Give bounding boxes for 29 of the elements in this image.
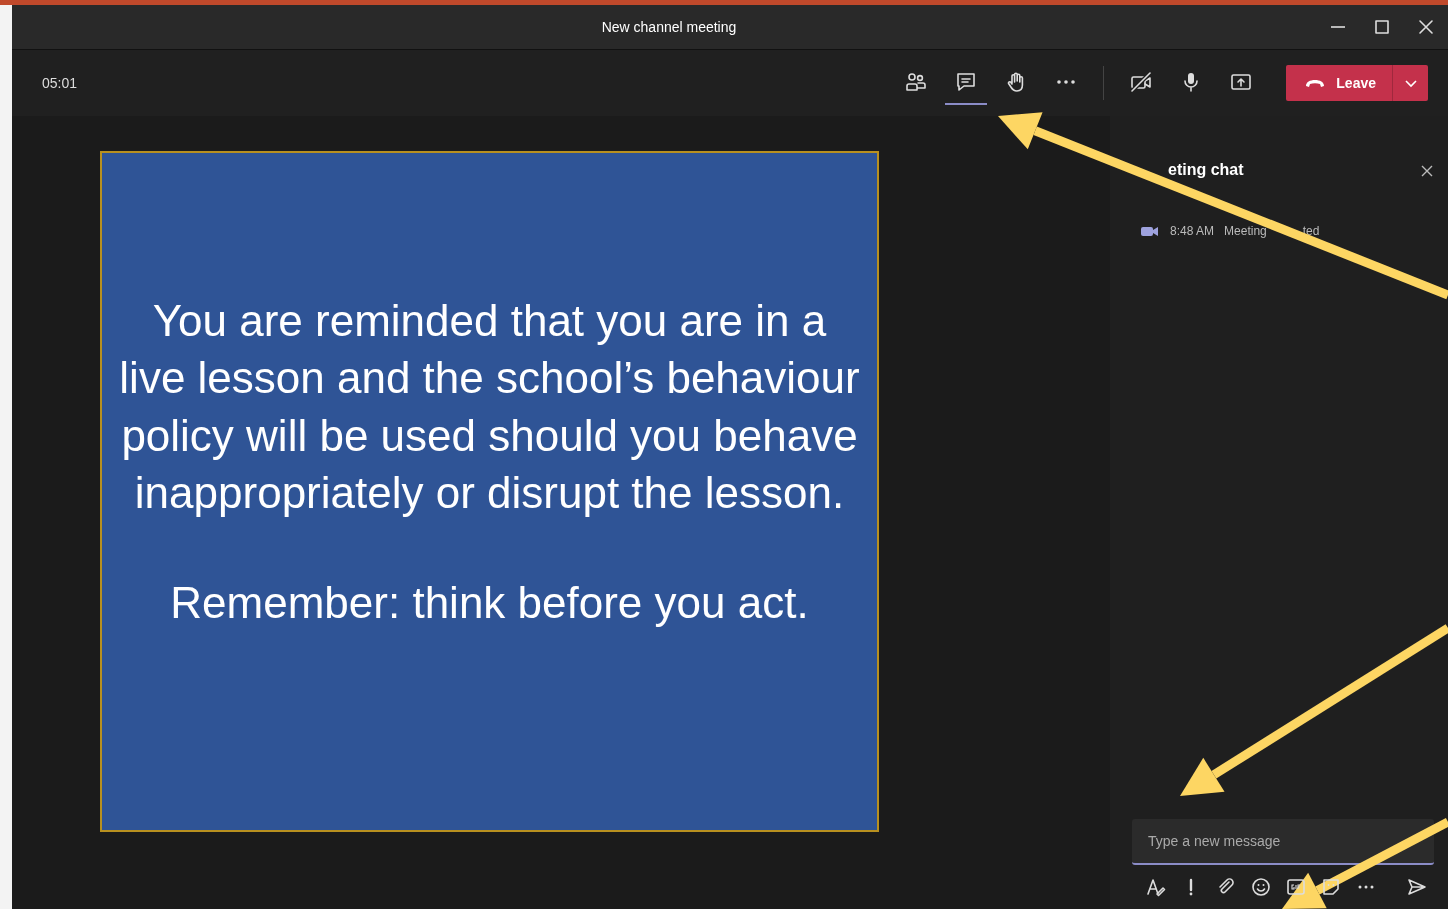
call-timer: 05:01 — [42, 73, 78, 93]
leave-button[interactable]: Leave — [1286, 65, 1392, 101]
chat-icon — [955, 71, 978, 93]
event-time: 8:48 AM — [1170, 223, 1215, 240]
exclamation-icon — [1187, 878, 1194, 896]
sticker-icon — [1320, 877, 1341, 897]
window-title: New channel meeting — [600, 17, 738, 37]
format-icon — [1145, 877, 1166, 897]
chat-title: eting chat — [1168, 160, 1244, 180]
event-text: ted — [1302, 223, 1320, 240]
phone-hangup-icon — [1304, 78, 1327, 88]
smiley-icon — [1250, 877, 1271, 897]
message-input[interactable]: Type a new message — [1132, 819, 1434, 865]
maximize-icon — [1373, 19, 1391, 35]
close-icon — [1417, 19, 1435, 35]
slide-text: Remember: think before you act. — [170, 576, 809, 629]
event-text: Meeting — [1224, 223, 1267, 240]
more-icon — [1057, 80, 1076, 84]
camera-off-icon — [1130, 71, 1153, 93]
send-icon — [1406, 877, 1427, 897]
people-icon — [905, 71, 928, 93]
more-icon — [1357, 885, 1374, 889]
slide-text: You are reminded that you are in a live lesson and the school’s behaviour policy will be used should you behave inappropriately or disrupt the lesson. — [118, 294, 861, 520]
leave-options-button[interactable] — [1392, 65, 1428, 101]
minimize-icon — [1331, 26, 1345, 28]
close-icon — [1420, 163, 1434, 178]
share-icon — [1230, 71, 1253, 93]
chevron-down-icon — [1403, 78, 1418, 88]
gif-icon — [1285, 877, 1306, 897]
